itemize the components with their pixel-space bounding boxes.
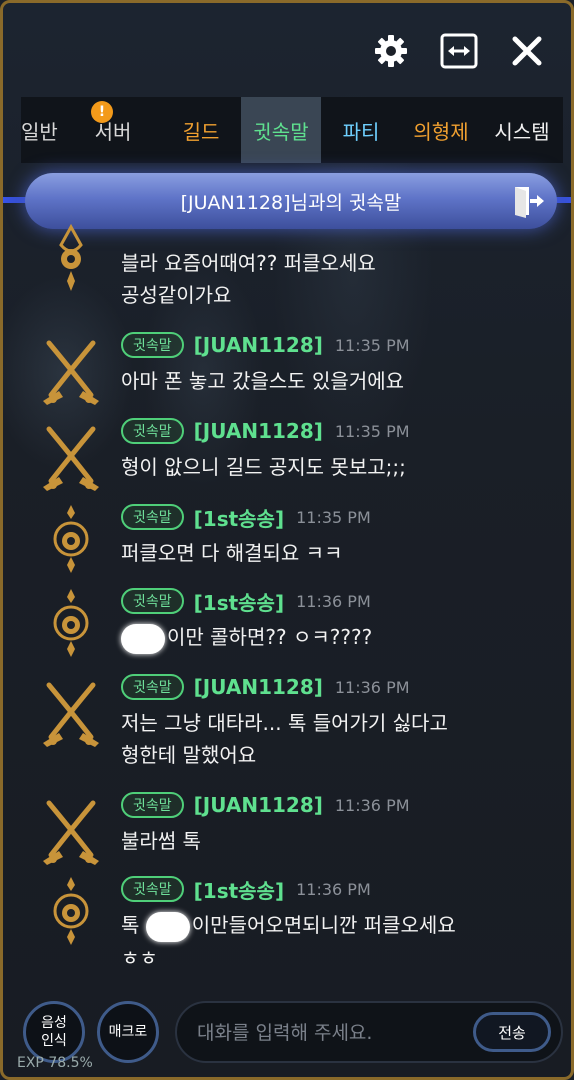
whisper-tag: 귓속말 (121, 504, 184, 530)
tab-brotherhood[interactable]: 의형제 (401, 97, 481, 163)
tab-server[interactable]: ! 서버 (65, 97, 161, 163)
message-time: 11:35 PM (296, 507, 371, 527)
whisper-header: [JUAN1128]님과의 귓속말 (25, 173, 557, 229)
sender-name[interactable]: [JUAN1128] (194, 675, 323, 699)
exit-whisper-button[interactable] (509, 181, 549, 221)
pendant-icon (53, 877, 89, 945)
message-time: 11:36 PM (296, 591, 371, 611)
pendant-icon (59, 223, 83, 291)
chat-input-bar: 음성 인식 매크로 전송 (17, 999, 563, 1067)
sender-name[interactable]: [JUAN1128] (194, 793, 323, 817)
message-time: 11:35 PM (334, 335, 410, 355)
crossed-swords-icon (43, 800, 99, 865)
sender-name[interactable]: [1st송송] (194, 875, 284, 904)
tab-general[interactable]: 일반 (21, 97, 65, 163)
resize-button[interactable] (439, 31, 479, 71)
chat-input-container: 전송 (175, 1001, 563, 1063)
pendant-icon (53, 589, 89, 657)
whisper-tag: 귓속말 (121, 418, 184, 444)
crossed-swords-icon (43, 340, 99, 405)
crossed-swords-icon (43, 426, 99, 491)
message-time: 11:36 PM (334, 795, 410, 815)
crossed-swords-icon (43, 682, 99, 747)
tab-system[interactable]: 시스템 (481, 97, 563, 163)
notification-badge: ! (91, 101, 113, 123)
sender-name[interactable]: [JUAN1128] (194, 419, 323, 443)
message-list: 블라 요즘어때여?? 퍼클오세요 공성같이가요 귓속말 [JUAN1128] 1… (3, 223, 571, 989)
send-button[interactable]: 전송 (473, 1012, 551, 1052)
exp-readout: EXP 78.5% (17, 1055, 93, 1071)
close-button[interactable] (507, 31, 547, 71)
tab-party[interactable]: 파티 (321, 97, 401, 163)
window-toolbar (371, 31, 547, 71)
sender-name[interactable]: [JUAN1128] (194, 333, 323, 357)
message-time: 11:35 PM (334, 421, 410, 441)
pendant-icon (53, 505, 89, 573)
settings-button[interactable] (371, 31, 411, 71)
voice-recognition-button[interactable]: 음성 인식 (23, 1001, 85, 1063)
message-time: 11:36 PM (296, 879, 371, 899)
close-icon (512, 36, 542, 66)
tab-guild[interactable]: 길드 (161, 97, 241, 163)
chat-input[interactable] (197, 1015, 467, 1051)
whisper-tag: 귓속말 (121, 332, 184, 358)
sender-name[interactable]: [1st송송] (194, 587, 284, 616)
tab-whisper[interactable]: 귓속말 (241, 97, 321, 163)
whisper-tag: 귓속말 (121, 674, 184, 700)
redacted-blur (121, 623, 165, 654)
message-time: 11:36 PM (334, 677, 410, 697)
chat-tabs: 일반 ! 서버 길드 귓속말 파티 의형제 시스템 (21, 97, 563, 163)
gear-icon (375, 35, 407, 67)
whisper-tag: 귓속말 (121, 588, 184, 614)
whisper-tag: 귓속말 (121, 876, 184, 902)
redacted-blur (145, 911, 190, 942)
exit-door-icon (515, 187, 544, 218)
chat-window: 일반 ! 서버 길드 귓속말 파티 의형제 시스템 [JUAN1128]님과의 … (0, 0, 574, 1080)
sender-name[interactable]: [1st송송] (194, 503, 284, 532)
resize-horizontal-icon (440, 33, 478, 69)
whisper-tag: 귓속말 (121, 792, 184, 818)
whisper-title: [JUAN1128]님과의 귓속말 (180, 191, 402, 214)
macro-button[interactable]: 매크로 (97, 1001, 159, 1063)
